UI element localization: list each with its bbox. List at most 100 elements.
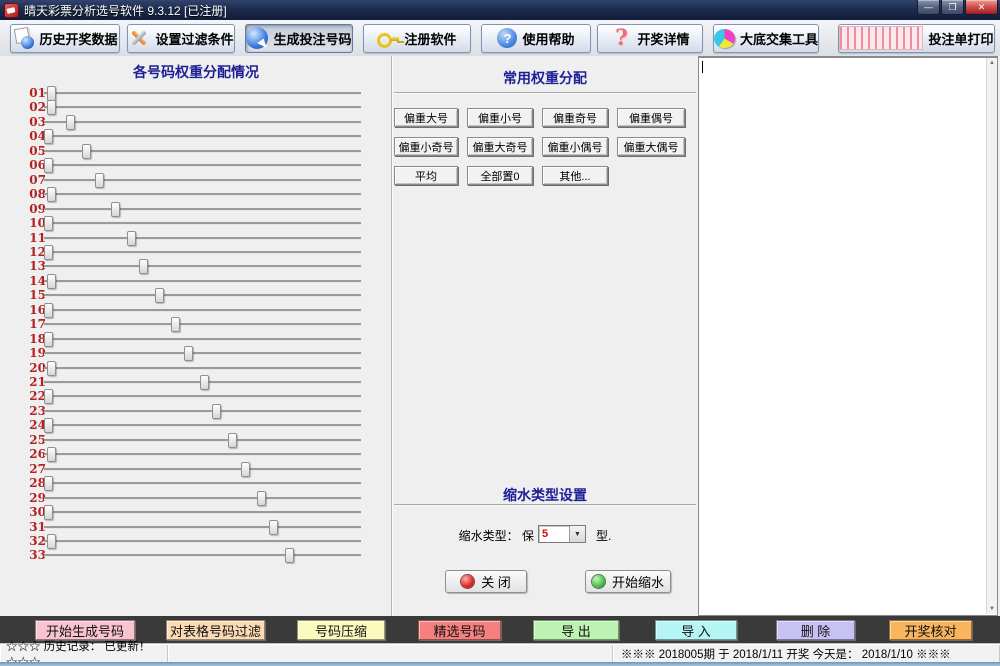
- slider-thumb[interactable]: [44, 303, 53, 318]
- bottom-action-button[interactable]: 号码压缩: [297, 620, 385, 640]
- preset-button[interactable]: 偏重偶号: [617, 108, 685, 127]
- minimize-button[interactable]: —: [917, 0, 940, 15]
- slider-track[interactable]: [44, 381, 361, 384]
- slider-thumb[interactable]: [200, 375, 209, 390]
- slider-thumb[interactable]: [47, 447, 56, 462]
- preset-button[interactable]: 偏重小偶号: [542, 137, 608, 156]
- close-button[interactable]: ✕: [965, 0, 998, 15]
- slider-track[interactable]: [44, 222, 361, 225]
- slider-thumb[interactable]: [82, 144, 91, 159]
- slider-track[interactable]: [44, 511, 361, 514]
- toolbar-button-help[interactable]: ?使用帮助: [481, 24, 591, 53]
- slider-thumb[interactable]: [47, 86, 56, 101]
- slider-track[interactable]: [44, 453, 361, 456]
- slider-thumb[interactable]: [184, 346, 193, 361]
- slider-track[interactable]: [44, 309, 361, 312]
- close-button[interactable]: 关 闭: [445, 570, 527, 593]
- slider-track[interactable]: [44, 193, 361, 196]
- chevron-down-icon[interactable]: ▼: [569, 526, 585, 542]
- slider-thumb[interactable]: [44, 216, 53, 231]
- slider-track[interactable]: [44, 424, 361, 427]
- slider-thumb[interactable]: [269, 520, 278, 535]
- preset-button[interactable]: 偏重大偶号: [617, 137, 685, 156]
- slider-thumb[interactable]: [127, 231, 136, 246]
- toolbar-button-filter-tools[interactable]: 设置过滤条件: [127, 24, 235, 53]
- slider-track[interactable]: [44, 92, 361, 95]
- slider-track[interactable]: [44, 395, 361, 398]
- slider-track[interactable]: [44, 338, 361, 341]
- slider-thumb[interactable]: [47, 361, 56, 376]
- bottom-action-button[interactable]: 对表格号码过滤: [166, 620, 265, 640]
- toolbar-button-ticket-print[interactable]: 投注单打印: [838, 24, 995, 53]
- slider-thumb[interactable]: [47, 274, 56, 289]
- preset-button[interactable]: 偏重奇号: [542, 108, 608, 127]
- slider-track[interactable]: [44, 367, 361, 370]
- bottom-action-button[interactable]: 精选号码: [418, 620, 501, 640]
- slider-thumb[interactable]: [44, 476, 53, 491]
- slider-thumb[interactable]: [285, 548, 294, 563]
- slider-track[interactable]: [44, 526, 361, 529]
- scroll-up-icon[interactable]: ▲: [987, 58, 997, 68]
- slider-track[interactable]: [44, 251, 361, 254]
- slider-track[interactable]: [44, 237, 361, 240]
- slider-thumb[interactable]: [66, 115, 75, 130]
- bottom-action-button[interactable]: 开始生成号码: [35, 620, 135, 640]
- toolbar-button-intersect-pie[interactable]: 大底交集工具: [713, 24, 819, 53]
- scroll-down-icon[interactable]: ▼: [987, 604, 997, 614]
- slider-track[interactable]: [44, 554, 361, 557]
- slider-thumb[interactable]: [171, 317, 180, 332]
- bottom-action-button[interactable]: 删 除: [776, 620, 855, 640]
- slider-thumb[interactable]: [212, 404, 221, 419]
- slider-thumb[interactable]: [44, 389, 53, 404]
- toolbar-button-register-key[interactable]: 注册软件: [363, 24, 471, 53]
- slider-track[interactable]: [44, 468, 361, 471]
- slider-thumb[interactable]: [44, 245, 53, 260]
- bottom-action-button[interactable]: 导 出: [533, 620, 619, 640]
- slider-track[interactable]: [44, 323, 361, 326]
- preset-button[interactable]: 全部置0: [467, 166, 533, 185]
- slider-thumb[interactable]: [257, 491, 266, 506]
- slider-thumb[interactable]: [44, 332, 53, 347]
- slider-thumb[interactable]: [228, 433, 237, 448]
- slider-track[interactable]: [44, 410, 361, 413]
- maximize-button[interactable]: ❐: [941, 0, 964, 15]
- slider-track[interactable]: [44, 439, 361, 442]
- toolbar-button-lottery-question[interactable]: ?开奖详情: [597, 24, 703, 53]
- slider-thumb[interactable]: [95, 173, 104, 188]
- shrink-type-dropdown[interactable]: 5 ▼: [538, 525, 586, 543]
- slider-track[interactable]: [44, 135, 361, 138]
- slider-thumb[interactable]: [47, 100, 56, 115]
- slider-thumb[interactable]: [241, 462, 250, 477]
- slider-thumb[interactable]: [44, 129, 53, 144]
- bottom-action-button[interactable]: 开奖核对: [889, 620, 972, 640]
- slider-thumb[interactable]: [44, 158, 53, 173]
- slider-thumb[interactable]: [47, 187, 56, 202]
- slider-track[interactable]: [44, 280, 361, 283]
- slider-thumb[interactable]: [111, 202, 120, 217]
- result-list-panel[interactable]: ▲ ▼: [698, 56, 998, 616]
- start-shrink-button[interactable]: 开始缩水: [585, 570, 671, 593]
- slider-thumb[interactable]: [155, 288, 164, 303]
- slider-track[interactable]: [44, 482, 361, 485]
- preset-button[interactable]: 偏重大号: [394, 108, 458, 127]
- preset-button[interactable]: 其他...: [542, 166, 608, 185]
- preset-button[interactable]: 偏重大奇号: [467, 137, 533, 156]
- slider-track[interactable]: [44, 164, 361, 167]
- slider-track[interactable]: [44, 121, 361, 124]
- preset-button[interactable]: 平均: [394, 166, 458, 185]
- slider-track[interactable]: [44, 352, 361, 355]
- slider-track[interactable]: [44, 265, 361, 268]
- slider-thumb[interactable]: [139, 259, 148, 274]
- slider-track[interactable]: [44, 540, 361, 543]
- bottom-action-button[interactable]: 导 入: [655, 620, 737, 640]
- toolbar-button-generate-globe[interactable]: 生成投注号码: [245, 24, 353, 53]
- slider-track[interactable]: [44, 106, 361, 109]
- slider-track[interactable]: [44, 150, 361, 153]
- slider-thumb[interactable]: [44, 418, 53, 433]
- toolbar-button-history-data[interactable]: 历史开奖数据: [10, 24, 120, 53]
- slider-track[interactable]: [44, 497, 361, 500]
- slider-thumb[interactable]: [47, 534, 56, 549]
- slider-thumb[interactable]: [44, 505, 53, 520]
- preset-button[interactable]: 偏重小号: [467, 108, 533, 127]
- slider-track[interactable]: [44, 208, 361, 211]
